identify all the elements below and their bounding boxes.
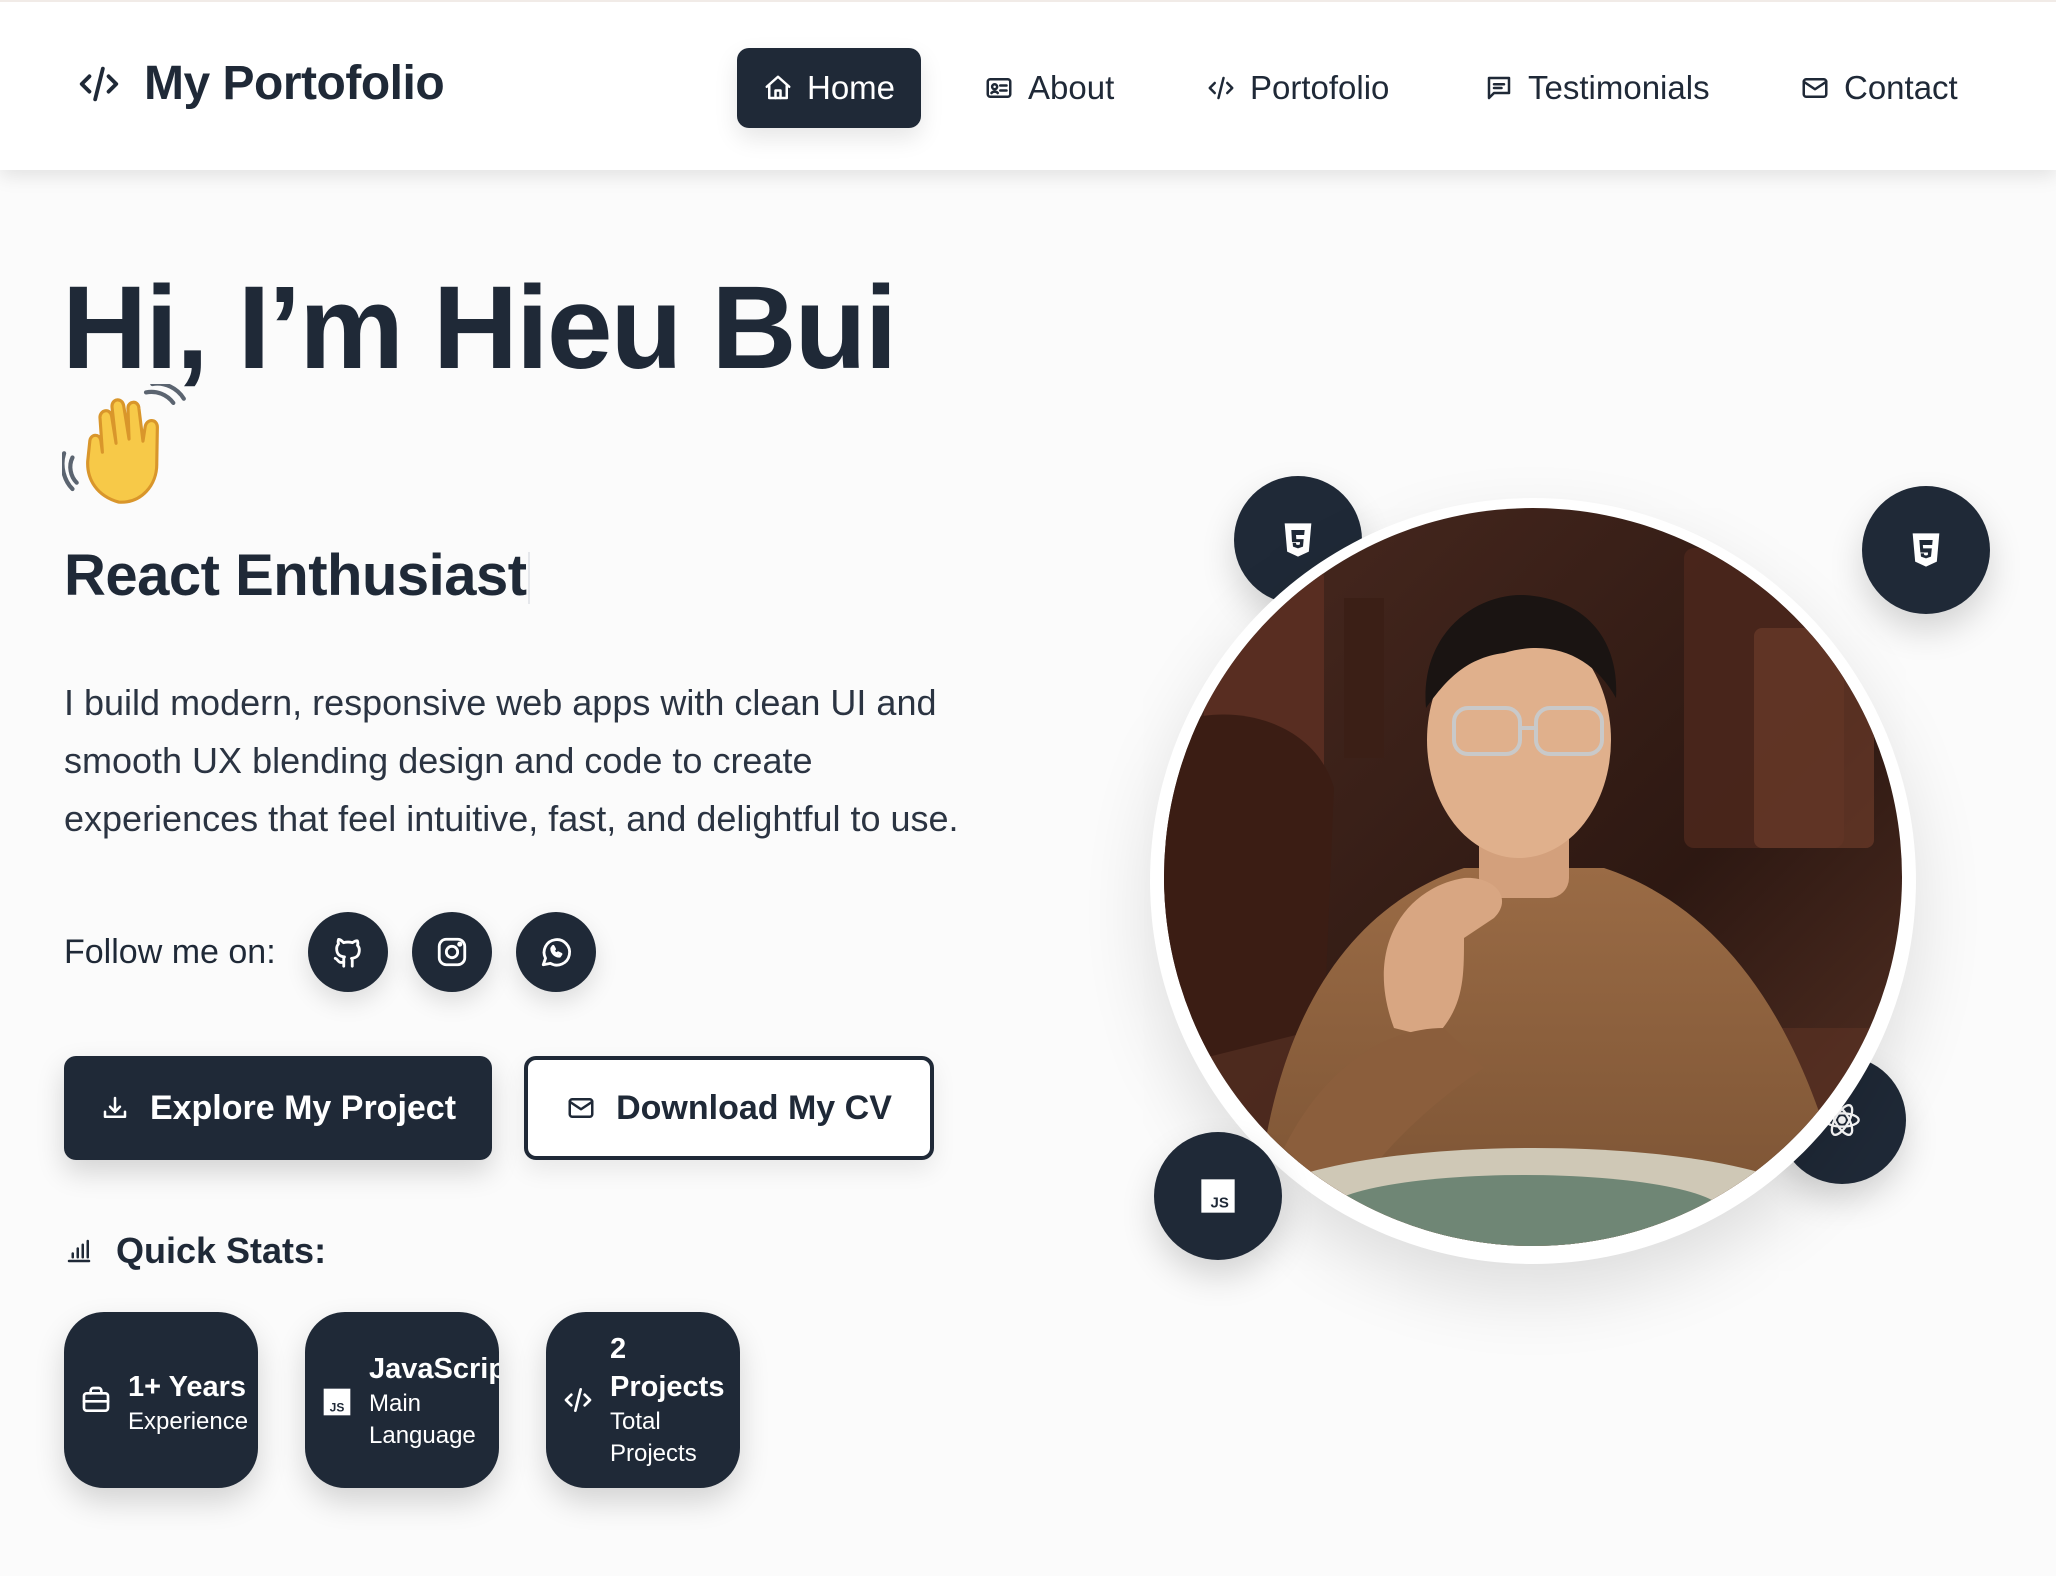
mail-icon [1802, 78, 1828, 98]
code-icon [564, 1388, 592, 1412]
nav-contact-label: Contact [1844, 69, 1958, 106]
stat-label: Total Projects [610, 1408, 697, 1467]
download-icon [103, 1096, 127, 1118]
js-icon: JS [1201, 1179, 1235, 1213]
home-icon [765, 75, 791, 100]
brand[interactable]: My Portofolio [76, 56, 445, 111]
hero-subtitle: React Enthusiast [64, 543, 527, 608]
stat-value: JavaScript [369, 1353, 499, 1385]
svg-text:JS: JS [1210, 1195, 1228, 1212]
brand-text: My Portofolio [144, 57, 445, 110]
profile-photo [1164, 508, 1902, 1246]
nav-about-label: About [1028, 69, 1115, 106]
github-icon [333, 937, 361, 968]
code-icon [79, 66, 119, 101]
css3-badge [1862, 486, 1990, 614]
github-link[interactable] [307, 912, 388, 992]
stat-card-language: JS JavaScript Main Language [305, 1312, 499, 1488]
instagram-icon [437, 937, 466, 967]
hero-description: I build modern, responsive web apps with… [64, 682, 959, 839]
stat-value: 1+ Years [128, 1371, 247, 1403]
message-icon [1487, 76, 1511, 100]
stat-value: 2 Projects [610, 1333, 725, 1403]
briefcase-icon [82, 1386, 110, 1412]
nav-about[interactable]: About [958, 48, 1140, 128]
svg-text:JS: JS [330, 1400, 345, 1414]
typing-caret [528, 552, 530, 604]
whatsapp-link[interactable] [515, 912, 596, 992]
bar-chart-icon [67, 1239, 91, 1263]
page: My Portofolio Home About Portofolio Test… [0, 0, 2056, 1576]
stat-label: Main Language [369, 1390, 476, 1449]
javascript-badge: JS [1154, 1132, 1282, 1260]
id-card-icon [986, 78, 1012, 98]
nav-testimonials[interactable]: Testimonials [1458, 48, 1736, 128]
social-links: Follow me on: [64, 912, 620, 992]
instagram-link[interactable] [411, 912, 492, 992]
stat-card-experience: 1+ Years Experience [64, 1312, 258, 1488]
quick-stats-heading: Quick Stats: [64, 1230, 326, 1272]
download-cv-label: Download My CV [616, 1088, 892, 1127]
css3-icon [1912, 533, 1940, 567]
nav-contact[interactable]: Contact [1774, 48, 1984, 128]
waving-hand-icon [62, 384, 186, 504]
explore-projects-button[interactable]: Explore My Project [64, 1056, 492, 1160]
download-cv-button[interactable]: Download My CV [524, 1056, 934, 1160]
follow-label: Follow me on: [64, 932, 276, 971]
quick-stats-title: Quick Stats: [116, 1230, 327, 1271]
js-icon: JS [323, 1388, 351, 1416]
nav-portofolio-label: Portofolio [1250, 69, 1390, 106]
explore-projects-label: Explore My Project [149, 1088, 457, 1127]
code-icon [1208, 76, 1234, 100]
mail-icon [568, 1098, 594, 1118]
stat-card-projects: 2 Projects Total Projects [546, 1312, 740, 1488]
navbar: My Portofolio Home About Portofolio Test… [0, 0, 2056, 170]
stat-label: Experience [128, 1408, 249, 1435]
nav-testimonials-label: Testimonials [1528, 69, 1710, 106]
hero-title: Hi, I’m Hieu Bui [62, 262, 897, 394]
nav-home[interactable]: Home [737, 48, 922, 128]
whatsapp-icon [541, 938, 571, 967]
nav-portofolio[interactable]: Portofolio [1180, 48, 1415, 128]
html5-icon [1284, 523, 1312, 557]
nav-home-label: Home [807, 69, 896, 106]
